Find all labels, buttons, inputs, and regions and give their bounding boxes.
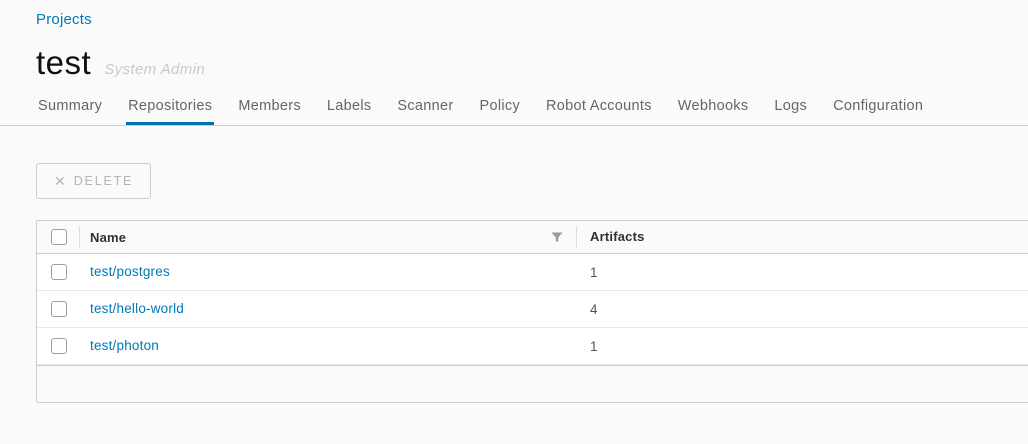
artifacts-count-cell: 1	[576, 339, 1028, 354]
row-checkbox-cell	[37, 301, 79, 317]
artifacts-count-cell: 4	[576, 302, 1028, 317]
delete-button-label: DELETE	[74, 174, 133, 188]
repositories-toolbar: ✕ DELETE	[36, 163, 1028, 199]
table-header-row: Name Artifacts	[37, 221, 1028, 254]
filter-icon[interactable]	[551, 232, 563, 243]
repo-link[interactable]: test/postgres	[90, 264, 170, 279]
page-title: test	[36, 46, 91, 79]
tab-robot-accounts[interactable]: Robot Accounts	[544, 92, 654, 125]
artifacts-count-cell: 1	[576, 265, 1028, 280]
breadcrumb-projects-link[interactable]: Projects	[36, 0, 92, 28]
tabs: Summary Repositories Members Labels Scanner P…	[36, 92, 1028, 125]
row-checkbox-cell	[37, 338, 79, 354]
row-checkbox[interactable]	[51, 301, 67, 317]
select-all-checkbox[interactable]	[51, 229, 67, 245]
x-icon: ✕	[54, 173, 66, 190]
tab-configuration[interactable]: Configuration	[831, 92, 925, 125]
repositories-table: Name Artifacts test/postgres 1 test/hello-…	[36, 220, 1028, 403]
tab-labels[interactable]: Labels	[325, 92, 374, 125]
row-checkbox[interactable]	[51, 338, 67, 354]
project-tabs-bar: Summary Repositories Members Labels Scanner P…	[0, 92, 1028, 126]
page-header: test System Admin	[36, 46, 1028, 79]
repo-name-cell: test/postgres	[79, 263, 576, 281]
tab-logs[interactable]: Logs	[772, 92, 809, 125]
table-row: test/photon 1	[37, 328, 1028, 365]
header-checkbox-cell	[37, 229, 79, 245]
tab-policy[interactable]: Policy	[478, 92, 522, 125]
tab-webhooks[interactable]: Webhooks	[676, 92, 751, 125]
tab-summary[interactable]: Summary	[36, 92, 104, 125]
role-badge: System Admin	[104, 61, 205, 78]
row-checkbox[interactable]	[51, 264, 67, 280]
delete-button[interactable]: ✕ DELETE	[36, 163, 151, 199]
table-row: test/postgres 1	[37, 254, 1028, 291]
table-footer	[37, 365, 1028, 402]
repo-name-cell: test/hello-world	[79, 300, 576, 318]
repo-name-cell: test/photon	[79, 337, 576, 355]
tab-members[interactable]: Members	[236, 92, 303, 125]
repo-link[interactable]: test/hello-world	[90, 301, 184, 316]
column-header-artifacts: Artifacts	[590, 229, 645, 244]
tab-repositories[interactable]: Repositories	[126, 92, 214, 125]
row-checkbox-cell	[37, 264, 79, 280]
project-detail-page: Projects test System Admin Summary Reposi…	[0, 0, 1028, 444]
tab-scanner[interactable]: Scanner	[395, 92, 455, 125]
header-cell-name: Name	[80, 230, 576, 245]
header-cell-artifacts: Artifacts	[577, 228, 1028, 246]
column-header-name: Name	[90, 230, 126, 245]
table-row: test/hello-world 4	[37, 291, 1028, 328]
table-body: test/postgres 1 test/hello-world 4 test/phot…	[37, 254, 1028, 365]
repo-link[interactable]: test/photon	[90, 338, 159, 353]
